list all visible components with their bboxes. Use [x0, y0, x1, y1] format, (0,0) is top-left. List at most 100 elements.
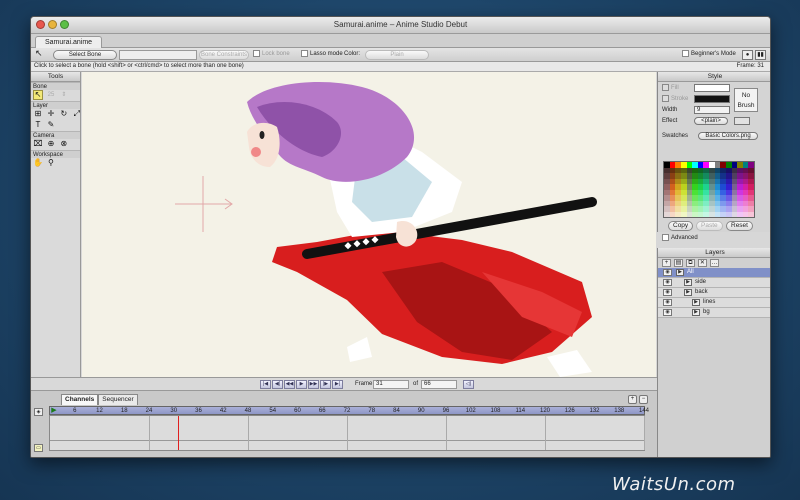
translate-layer-icon[interactable]: ✛: [46, 109, 56, 119]
track-divider: [446, 416, 447, 450]
total-frames-field[interactable]: 66: [421, 380, 457, 389]
camera-zoom-icon[interactable]: ⊕: [46, 139, 56, 149]
palette-swatch[interactable]: [748, 211, 754, 217]
stroke-color-swatch[interactable]: [694, 95, 730, 103]
layer-type-icon[interactable]: ▶: [692, 309, 700, 316]
fill-checkbox[interactable]: Fill: [662, 84, 679, 92]
bone-spinner-field[interactable]: 25: [46, 90, 56, 100]
ruler-tick-label: 6: [73, 408, 77, 414]
lock-bone-checkbox[interactable]: Lock bone: [253, 50, 290, 60]
select-bone-icon[interactable]: ↖: [33, 90, 43, 100]
hand-pan-icon[interactable]: ✋: [33, 158, 43, 168]
magnifier-icon[interactable]: ⚲: [46, 158, 56, 168]
stage-canvas[interactable]: [82, 72, 656, 377]
effect-edit-button[interactable]: [734, 117, 750, 125]
library-icon[interactable]: ▮▮: [755, 50, 766, 60]
scale-layer-icon[interactable]: ⤢: [72, 109, 82, 119]
rewind-icon[interactable]: |◀: [260, 380, 271, 389]
layer-type-icon[interactable]: ▶: [676, 269, 684, 276]
color-swatch-grid[interactable]: [663, 161, 755, 218]
layers-panel: Layers + ▤ ⧉ ✕ … ◉ ▶ All ◉ ▶ side ◉ ▶ back ◉ ▶ line…: [657, 248, 770, 457]
ruler-tick-label: 66: [318, 408, 326, 414]
layer-row-4[interactable]: ◉ ▶ bg: [658, 308, 770, 318]
bone-constraints-button[interactable]: Bone Constraints: [199, 50, 249, 60]
frame-indicator: Frame: 31: [736, 63, 764, 69]
no-brush-button[interactable]: No Brush: [734, 88, 758, 112]
text-tool-icon[interactable]: T: [33, 120, 43, 130]
onion-skin-icon[interactable]: ◈: [34, 408, 43, 416]
document-tab[interactable]: Samurai.anime: [35, 36, 103, 48]
layer-settings-icon[interactable]: …: [709, 259, 719, 267]
step-back-icon[interactable]: ◀|: [272, 380, 283, 389]
zoom-in-icon[interactable]: +: [628, 395, 637, 404]
reset-style-button[interactable]: Reset: [726, 221, 753, 231]
camera-roll-icon[interactable]: ⊗: [59, 139, 69, 149]
playhead[interactable]: [177, 416, 179, 450]
eyedropper-icon[interactable]: ✎: [46, 120, 56, 130]
layer-row-3[interactable]: ◉ ▶ lines: [658, 298, 770, 308]
camera-track-icon[interactable]: ⌧: [33, 139, 43, 149]
bone-tools-row: ↖ 25 ⇕: [31, 90, 80, 101]
new-folder-icon[interactable]: ▤: [673, 259, 683, 267]
play-icon[interactable]: ▶: [296, 380, 307, 389]
width-field[interactable]: 9: [694, 106, 730, 114]
audio-icon[interactable]: ◁): [463, 380, 474, 389]
delete-layer-icon[interactable]: ✕: [697, 259, 707, 267]
ruler-tick-label: 78: [368, 408, 376, 414]
layer-row-1[interactable]: ◉ ▶ side: [658, 278, 770, 288]
layer-name: bg: [703, 309, 710, 315]
layer-type-icon[interactable]: ▶: [684, 289, 692, 296]
advanced-checkbox[interactable]: Advanced: [662, 234, 698, 242]
track-divider: [545, 416, 546, 450]
fill-color-swatch[interactable]: [694, 84, 730, 92]
transform-layer-icon[interactable]: ⊞: [33, 109, 43, 119]
bone-name-field[interactable]: [119, 50, 197, 60]
layer-visibility-icon[interactable]: ◉: [663, 309, 672, 316]
camera-tools-row: ⌧ ⊕ ⊗: [31, 139, 80, 150]
prev-frame-icon[interactable]: ◀◀: [284, 380, 295, 389]
frame-field[interactable]: 31: [373, 380, 409, 389]
effect-dropdown[interactable]: <plain>: [694, 117, 728, 125]
bone-spinner-arrows-icon[interactable]: ⇕: [59, 90, 69, 100]
layer-type-icon[interactable]: ▶: [692, 299, 700, 306]
tab-sequencer[interactable]: Sequencer: [98, 394, 138, 405]
effect-label: Effect: [662, 118, 678, 124]
step-forward-icon[interactable]: |▶: [320, 380, 331, 389]
duplicate-layer-icon[interactable]: ⧉: [685, 259, 695, 267]
lasso-mode-checkbox[interactable]: Lasso mode: [301, 50, 343, 60]
select-bone-dropdown[interactable]: Select Bone: [53, 50, 117, 60]
tools-section-workspace: Workspace: [31, 150, 80, 158]
ruler-tick-label: 18: [120, 408, 128, 414]
layer-visibility-icon[interactable]: ◉: [663, 289, 672, 296]
character-wizard-icon[interactable]: ●: [742, 50, 753, 60]
tab-channels[interactable]: Channels: [61, 394, 99, 405]
paste-style-button[interactable]: Paste: [696, 221, 723, 231]
stroke-checkbox[interactable]: Stroke: [662, 95, 688, 103]
layer-type-icon[interactable]: ▶: [684, 279, 692, 286]
layer-row-0[interactable]: ◉ ▶ All: [658, 268, 770, 278]
document-tab-bar: Samurai.anime: [31, 34, 770, 48]
width-label: Width: [662, 107, 678, 113]
layer-name: All: [687, 269, 694, 275]
hint-text: Click to select a bone (hold <shift> or …: [34, 63, 244, 69]
new-layer-icon[interactable]: +: [662, 259, 671, 267]
layer-visibility-icon[interactable]: ◉: [663, 279, 672, 286]
layer-channel-icon[interactable]: ▭: [34, 444, 43, 452]
layer-tools-row-2: T ✎: [31, 120, 80, 131]
layer-visibility-icon[interactable]: ◉: [663, 269, 672, 276]
timeline-tracks[interactable]: [49, 415, 645, 451]
frame-ruler[interactable]: ▶ 6 12 18 24 30 36 42 48 54 60 66 72 78 84 90 96 102 108 1…: [49, 406, 649, 415]
copy-style-button[interactable]: Copy: [668, 221, 694, 231]
style-panel-title: Style: [658, 72, 770, 82]
title-bar[interactable]: Samurai.anime – Anime Studio Debut: [31, 17, 770, 34]
next-frame-icon[interactable]: ▶▶: [308, 380, 319, 389]
fast-forward-icon[interactable]: ▶|: [332, 380, 343, 389]
layer-visibility-icon[interactable]: ◉: [663, 299, 672, 306]
color-dropdown[interactable]: Plain: [365, 50, 429, 60]
beginners-mode-checkbox[interactable]: Beginner's Mode: [682, 50, 736, 60]
rotate-layer-icon[interactable]: ↻: [59, 109, 69, 119]
zoom-out-icon[interactable]: −: [639, 395, 648, 404]
layer-row-2[interactable]: ◉ ▶ back: [658, 288, 770, 298]
track-divider: [248, 416, 249, 450]
swatches-dropdown[interactable]: Basic Colors.png: [698, 132, 758, 140]
